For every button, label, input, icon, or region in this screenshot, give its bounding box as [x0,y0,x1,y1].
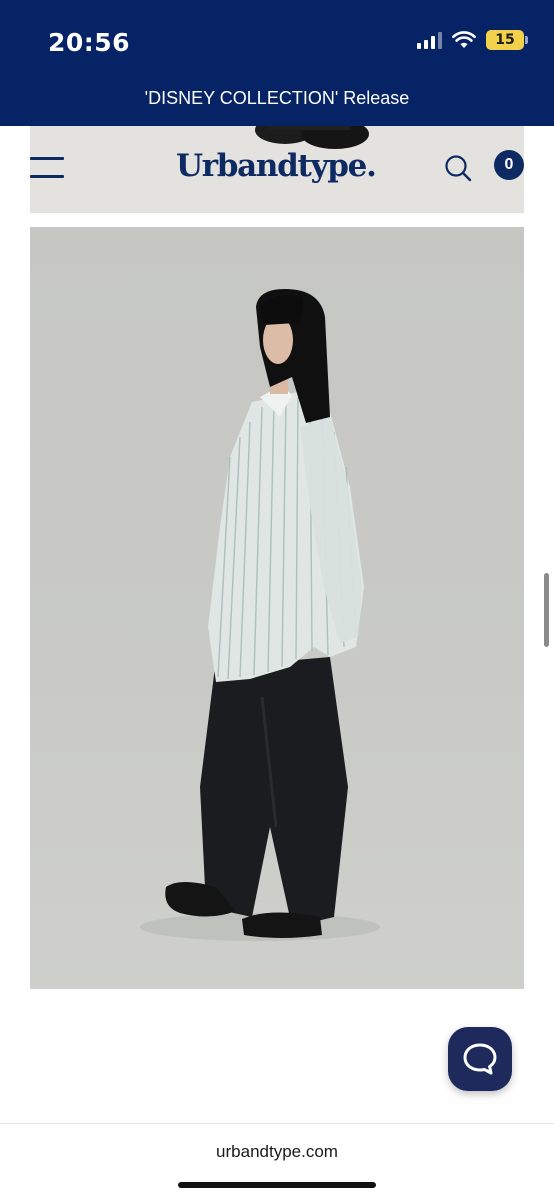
home-indicator [178,1182,376,1188]
top-band: 20:56 15 'DISNEY COLLECTION' Release [0,0,554,126]
status-icons: 15 [417,30,528,50]
search-icon[interactable] [444,154,472,182]
hamburger-menu-icon[interactable] [30,155,64,179]
chat-bubble-icon [463,1043,497,1075]
brand-logo[interactable]: Urbandtype. [176,148,377,184]
browser-address-bar: urbandtype.com [0,1123,554,1200]
battery-icon: 15 [486,30,528,50]
wifi-icon [452,31,476,48]
announcement-banner[interactable]: 'DISNEY COLLECTION' Release [0,88,554,109]
url-text[interactable]: urbandtype.com [0,1142,554,1162]
battery-level: 15 [495,32,515,48]
cart-count-badge[interactable]: 0 [494,150,524,180]
model-illustration [140,289,380,941]
product-photo[interactable] [30,227,524,989]
cellular-signal-icon [417,31,442,49]
chat-button[interactable] [448,1027,512,1091]
site-header: Urbandtype. 0 [30,126,524,213]
status-time: 20:56 [48,28,131,57]
scrollbar-thumb[interactable] [544,573,549,647]
